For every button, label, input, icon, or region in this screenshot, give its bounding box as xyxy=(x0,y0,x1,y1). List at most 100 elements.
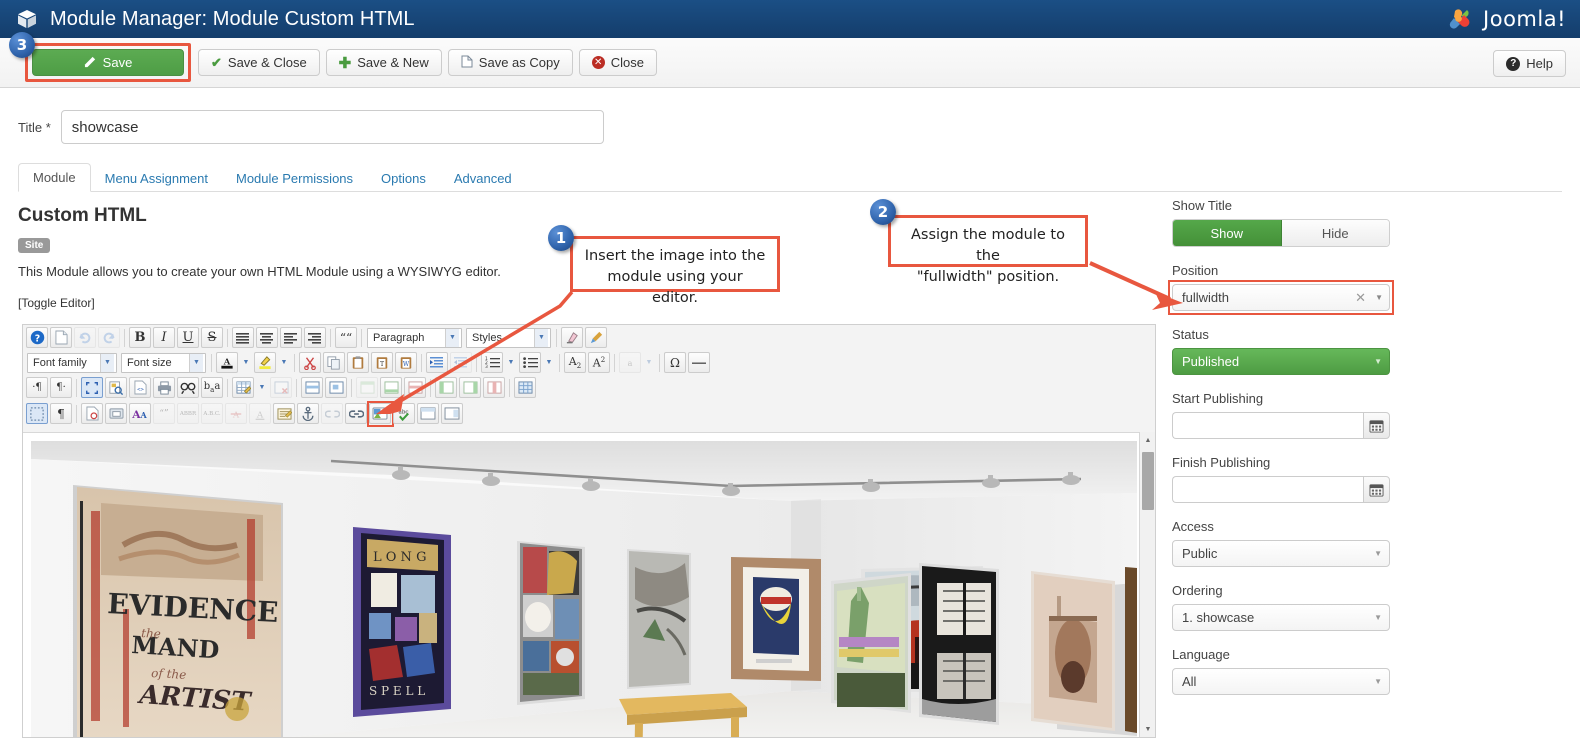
align-center-icon[interactable] xyxy=(256,327,278,348)
save-and-new-button[interactable]: ✚ Save & New xyxy=(325,49,442,76)
font-family-select[interactable]: Font family ▼ xyxy=(27,352,117,373)
finish-publishing-input[interactable] xyxy=(1172,476,1363,503)
print-icon[interactable] xyxy=(153,377,175,398)
ordering-select[interactable]: 1. showcase ▼ xyxy=(1172,604,1390,631)
insert-quote-icon[interactable]: “” xyxy=(153,403,175,424)
insert-sidebar-layout-icon[interactable] xyxy=(441,403,463,424)
save-button[interactable]: Save xyxy=(32,49,184,76)
insert-row-before-icon[interactable] xyxy=(356,377,378,398)
insert-image-icon[interactable] xyxy=(367,401,394,427)
spellcheck-language-icon[interactable]: a xyxy=(619,352,641,373)
tab-module-permissions[interactable]: Module Permissions xyxy=(222,165,367,192)
table-row-properties-icon[interactable] xyxy=(301,377,323,398)
insert-page-break-icon[interactable] xyxy=(81,403,103,424)
align-right-icon[interactable] xyxy=(304,327,326,348)
tab-advanced[interactable]: Advanced xyxy=(440,165,526,192)
insert-column-before-icon[interactable] xyxy=(435,377,457,398)
delete-column-icon[interactable] xyxy=(483,377,505,398)
text-color-chevron-icon[interactable]: ▼ xyxy=(240,352,252,373)
ltr-direction-icon[interactable]: ·¶ xyxy=(26,377,48,398)
search-replace-icon[interactable] xyxy=(177,377,199,398)
insert-column-after-icon[interactable] xyxy=(459,377,481,398)
calendar-icon[interactable] xyxy=(1363,476,1390,503)
strikethrough-icon[interactable]: S xyxy=(201,327,223,348)
spellchecker-icon[interactable]: abc xyxy=(393,403,415,424)
insert-link-icon[interactable] xyxy=(345,403,367,424)
start-publishing-input[interactable] xyxy=(1172,412,1363,439)
editor-canvas[interactable]: EVIDENCE MAND ARTIST the of the L O N G xyxy=(23,432,1155,737)
special-character-icon[interactable]: Ω xyxy=(664,352,686,373)
help-button[interactable]: ? Help xyxy=(1493,50,1566,77)
align-justify-icon[interactable] xyxy=(280,327,302,348)
indent-icon[interactable] xyxy=(426,352,448,373)
highlight-color-chevron-icon[interactable]: ▼ xyxy=(278,352,290,373)
insert-horizontal-layout-icon[interactable] xyxy=(417,403,439,424)
show-title-option-show[interactable]: Show xyxy=(1173,220,1282,246)
insert-text-icon[interactable]: A xyxy=(249,403,271,424)
numbered-list-icon[interactable]: 123 xyxy=(481,352,503,373)
language-select[interactable]: All ▼ xyxy=(1172,668,1390,695)
abbreviation-icon[interactable]: ABBR xyxy=(177,403,199,424)
show-title-option-hide[interactable]: Hide xyxy=(1281,220,1389,246)
table-cell-properties-icon[interactable] xyxy=(325,377,347,398)
save-as-copy-button[interactable]: Save as Copy xyxy=(447,49,573,76)
scroll-up-icon[interactable]: ▲ xyxy=(1140,432,1156,448)
align-left-icon[interactable] xyxy=(232,327,254,348)
paste-from-word-icon[interactable]: W xyxy=(395,352,417,373)
bulleted-list-chevron-icon[interactable]: ▼ xyxy=(543,352,555,373)
table-chevron-icon[interactable]: ▼ xyxy=(256,377,268,398)
split-merge-cells-icon[interactable] xyxy=(514,377,536,398)
acronym-icon[interactable]: A.B.C. xyxy=(201,403,223,424)
underline-icon[interactable]: U xyxy=(177,327,199,348)
scroll-down-icon[interactable]: ▼ xyxy=(1140,721,1156,737)
copy-icon[interactable] xyxy=(323,352,345,373)
paste-as-text-icon[interactable]: T xyxy=(371,352,393,373)
superscript-icon[interactable]: A2 xyxy=(588,352,610,373)
text-color-icon[interactable]: A xyxy=(216,352,238,373)
unlink-icon[interactable] xyxy=(321,403,343,424)
highlight-color-icon[interactable] xyxy=(254,352,276,373)
outdent-icon[interactable] xyxy=(450,352,472,373)
remove-format-icon[interactable] xyxy=(561,327,583,348)
insert-table-icon[interactable] xyxy=(232,377,254,398)
help-icon[interactable]: ? xyxy=(26,327,48,348)
insert-anchor-icon[interactable] xyxy=(297,403,319,424)
show-invisible-chars-icon[interactable]: ¶ xyxy=(50,403,72,424)
subscript-icon[interactable]: A2 xyxy=(564,352,586,373)
replace-icon[interactable]: baa xyxy=(201,377,223,398)
redo-icon[interactable] xyxy=(98,327,120,348)
insert-media-icon[interactable] xyxy=(105,403,127,424)
access-select[interactable]: Public ▼ xyxy=(1172,540,1390,567)
new-document-icon[interactable] xyxy=(50,327,72,348)
tab-module[interactable]: Module xyxy=(18,163,91,192)
blockquote-icon[interactable]: ““ xyxy=(335,327,357,348)
paragraph-format-select[interactable]: Paragraph ▼ xyxy=(367,327,462,348)
save-and-close-button[interactable]: ✔ Save & Close xyxy=(198,49,320,76)
undo-icon[interactable] xyxy=(74,327,96,348)
spellcheck-chevron-icon[interactable]: ▼ xyxy=(643,352,655,373)
rtl-direction-icon[interactable]: ¶· xyxy=(50,377,72,398)
title-input[interactable] xyxy=(60,110,604,144)
position-select[interactable]: fullwidth ✕ ▼ xyxy=(1172,284,1390,311)
delete-text-icon[interactable]: A xyxy=(225,403,247,424)
show-title-toggle[interactable]: Show Hide xyxy=(1172,219,1390,247)
delete-row-icon[interactable] xyxy=(404,377,426,398)
tab-menu-assignment[interactable]: Menu Assignment xyxy=(91,165,222,192)
visual-aid-icon[interactable] xyxy=(26,403,48,424)
insert-note-icon[interactable] xyxy=(273,403,295,424)
styles-select[interactable]: Styles ▼ xyxy=(466,327,551,348)
tab-options[interactable]: Options xyxy=(367,165,440,192)
calendar-icon[interactable] xyxy=(1363,412,1390,439)
font-size-select[interactable]: Font size ▼ xyxy=(121,352,206,373)
cleanup-icon[interactable] xyxy=(585,327,607,348)
delete-table-icon[interactable] xyxy=(270,377,292,398)
gallery-image[interactable]: EVIDENCE MAND ARTIST the of the L O N G xyxy=(31,441,1137,737)
font-styles-icon[interactable]: AA xyxy=(129,403,151,424)
source-code-icon[interactable]: <> xyxy=(129,377,151,398)
fullscreen-icon[interactable] xyxy=(81,377,103,398)
insert-row-after-icon[interactable] xyxy=(380,377,402,398)
scrollbar-thumb[interactable] xyxy=(1142,452,1154,510)
horizontal-rule-icon[interactable] xyxy=(688,352,710,373)
status-select[interactable]: Published ▼ xyxy=(1172,348,1390,375)
numbered-list-chevron-icon[interactable]: ▼ xyxy=(505,352,517,373)
